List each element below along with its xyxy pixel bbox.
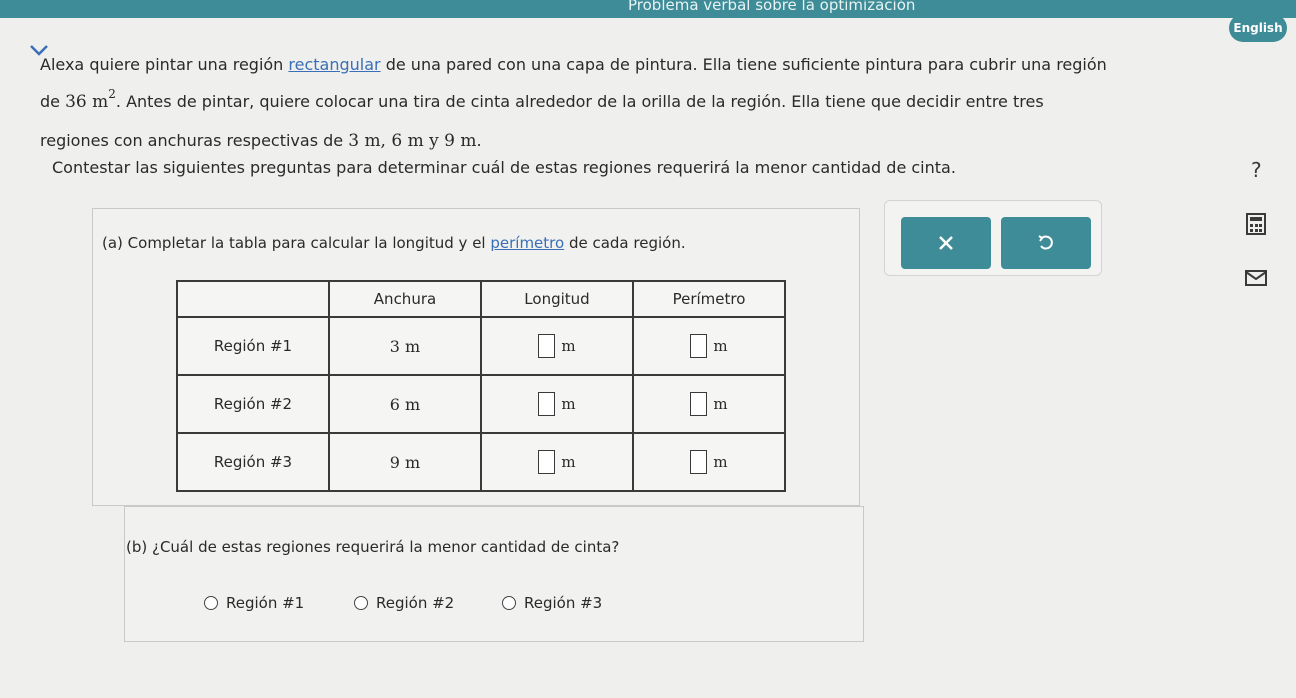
radio-label: Región #2 xyxy=(376,594,455,612)
radio-region-3[interactable]: Región #3 xyxy=(502,594,602,612)
width-value: 9 m xyxy=(389,452,421,472)
area-value: 36 m xyxy=(65,92,109,112)
rectangular-link[interactable]: rectangular xyxy=(288,55,380,74)
perimeter-input[interactable] xyxy=(690,450,708,474)
radio-region-2[interactable]: Región #2 xyxy=(354,594,454,612)
row-label: Región #3 xyxy=(176,432,330,492)
part-a-prompt: (a) Completar la tabla para calcular la … xyxy=(102,234,686,252)
table-header-row: Anchura Longitud Perímetro xyxy=(176,280,786,318)
radio-circle[interactable] xyxy=(354,596,368,610)
radio-region-1[interactable]: Región #1 xyxy=(204,594,304,612)
row-label: Región #1 xyxy=(176,316,330,376)
radio-label: Región #1 xyxy=(226,594,305,612)
perimeter-input[interactable] xyxy=(690,392,708,416)
clear-button[interactable] xyxy=(901,217,991,269)
perimetro-link[interactable]: perímetro xyxy=(490,234,564,252)
problem-statement: Alexa quiere pintar una región rectangul… xyxy=(40,55,1107,151)
undo-button[interactable] xyxy=(1001,217,1091,269)
width-value: 3 m xyxy=(389,336,421,356)
header-perimetro: Perímetro xyxy=(632,280,786,318)
perimeter-unit: m xyxy=(713,395,728,413)
perimeter-input[interactable] xyxy=(690,334,708,358)
header-longitud: Longitud xyxy=(480,280,634,318)
header-anchura: Anchura xyxy=(328,280,482,318)
length-unit: m xyxy=(561,337,576,355)
perimeter-unit: m xyxy=(713,337,728,355)
radio-circle[interactable] xyxy=(502,596,516,610)
perimeter-unit: m xyxy=(713,453,728,471)
calculator-icon[interactable] xyxy=(1244,212,1268,236)
data-table: Anchura Longitud Perímetro Región #1 3 m… xyxy=(176,280,786,492)
table-row: Región #3 9 m m m xyxy=(176,432,786,492)
radio-circle[interactable] xyxy=(204,596,218,610)
part-b-question: (b) ¿Cuál de estas regiones requerirá la… xyxy=(126,538,620,556)
header-cell-empty xyxy=(176,280,330,318)
instruction-text: Contestar las siguientes preguntas para … xyxy=(52,158,956,177)
length-unit: m xyxy=(561,453,576,471)
row-label: Región #2 xyxy=(176,374,330,434)
length-input[interactable] xyxy=(538,334,556,358)
answer-card-b xyxy=(124,506,864,642)
page-title: Problema verbal sobre la optimización xyxy=(628,0,916,14)
top-bar: Problema verbal sobre la optimización xyxy=(0,0,1296,18)
length-unit: m xyxy=(561,395,576,413)
table-row: Región #2 6 m m m xyxy=(176,374,786,434)
help-icon[interactable]: ? xyxy=(1251,158,1262,182)
widths-value: 3 m, 6 m y 9 m xyxy=(348,131,477,151)
envelope-icon[interactable] xyxy=(1244,266,1268,290)
english-button[interactable]: English xyxy=(1229,14,1287,42)
length-input[interactable] xyxy=(538,392,556,416)
undo-icon xyxy=(1038,235,1053,250)
x-icon xyxy=(939,236,953,250)
length-input[interactable] xyxy=(538,450,556,474)
area-exponent: 2 xyxy=(108,87,116,101)
radio-label: Región #3 xyxy=(524,594,603,612)
width-value: 6 m xyxy=(389,394,421,414)
table-row: Región #1 3 m m m xyxy=(176,316,786,376)
answer-tools xyxy=(884,200,1102,276)
